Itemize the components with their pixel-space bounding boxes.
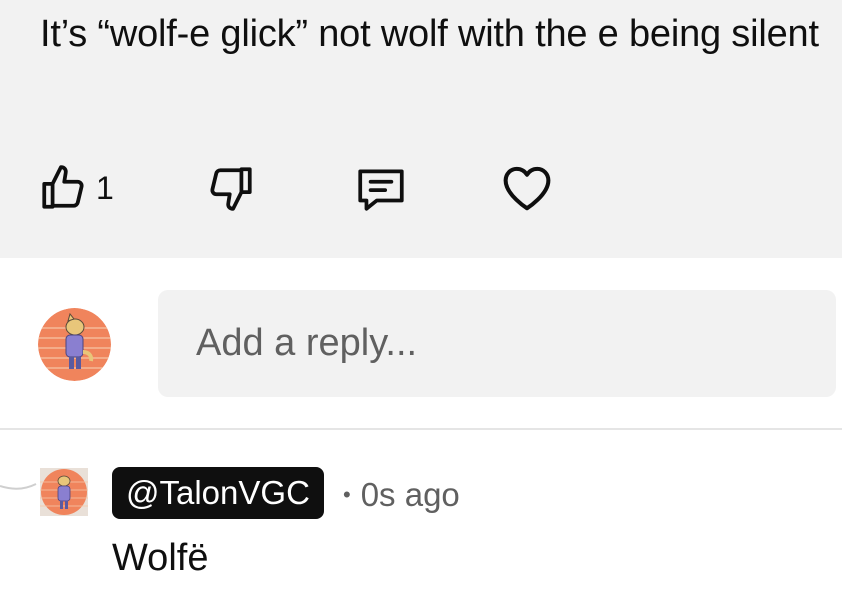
reply-text: Wolfë [112,537,209,579]
reply-timestamp: 0s ago [360,476,460,513]
current-user-avatar [38,308,111,381]
reply-button[interactable] [354,160,408,216]
dislike-button[interactable] [206,160,256,216]
reply-meta: • 0s ago [343,475,460,515]
comment-actions: 1 [0,160,842,216]
divider [0,428,842,430]
heart-button[interactable] [500,160,554,216]
thumbs-down-icon [206,163,256,213]
thumbs-up-icon [38,163,88,213]
thread-connector-line [0,483,37,490]
comment-text: It’s “wolf-e glick” not wolf with the e … [40,13,819,55]
like-button[interactable]: 1 [38,160,114,216]
like-count: 1 [96,169,114,206]
comment-thread: It’s “wolf-e glick” not wolf with the e … [0,0,842,589]
heart-icon [500,163,554,213]
reply-input[interactable] [158,290,836,397]
reply-author-avatar[interactable] [40,468,88,516]
reply-author-handle[interactable]: @TalonVGC [112,467,324,519]
meta-separator: • [343,482,351,507]
highlighted-comment: It’s “wolf-e glick” not wolf with the e … [0,0,842,258]
comment-icon [354,163,408,213]
